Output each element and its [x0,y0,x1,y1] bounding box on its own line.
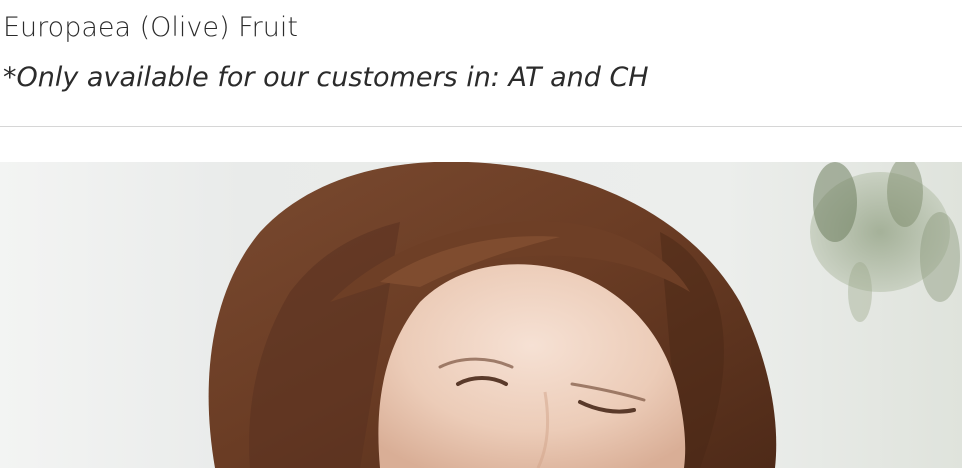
page: Europaea (Olive) Fruit *Only available f… [0,0,962,468]
woman-portrait-illustration [0,162,962,468]
ingredient-info: Europaea (Olive) Fruit *Only available f… [0,0,962,127]
hero-photo [0,162,962,468]
availability-note: *Only available for our customers in: AT… [3,62,649,93]
section-divider [0,126,962,127]
ingredient-name: Europaea (Olive) Fruit [3,12,298,43]
